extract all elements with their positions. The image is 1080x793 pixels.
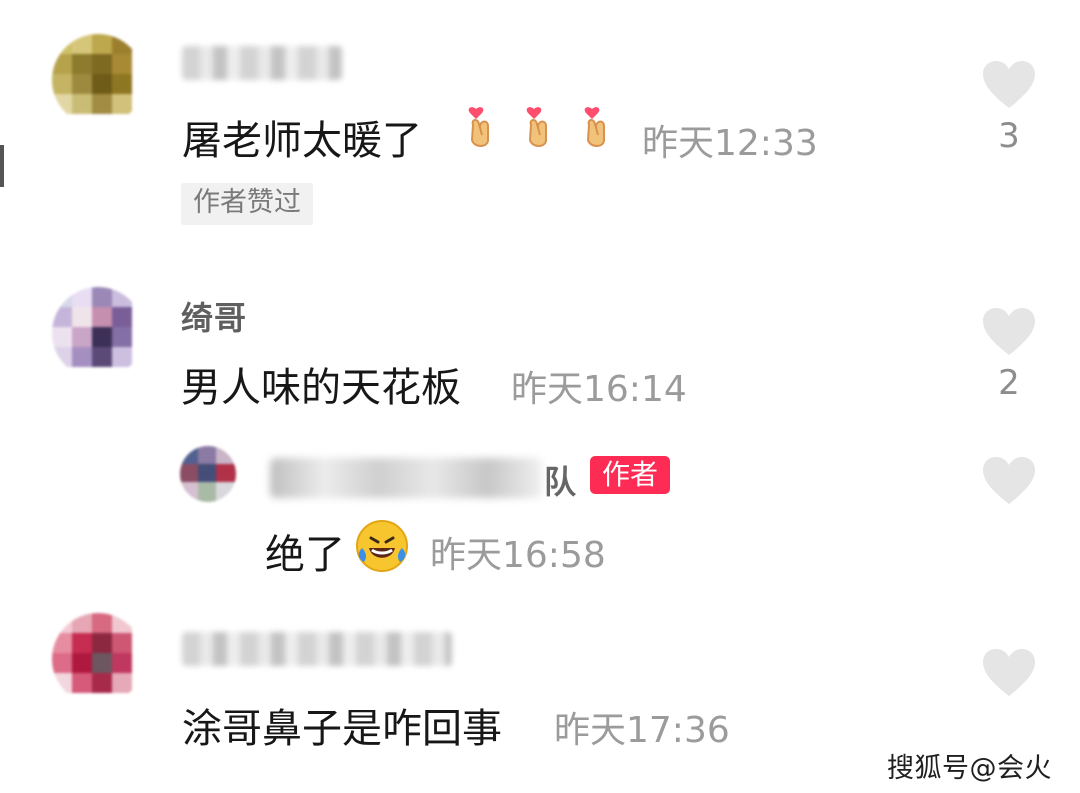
comment-text: 绝了 <box>265 532 345 578</box>
comment-text: 男人味的天花板 <box>181 365 461 411</box>
heart-icon[interactable] <box>980 455 1038 507</box>
author-badge: 作者 <box>590 456 671 494</box>
laughing-emoji <box>356 520 408 572</box>
heart-icon[interactable] <box>980 59 1038 111</box>
finger-heart-emoji <box>526 107 547 147</box>
comment-time: 昨天16:14 <box>511 369 687 410</box>
username-redacted[interactable] <box>182 46 342 80</box>
avatar[interactable] <box>52 613 144 705</box>
like-count: 3 <box>998 116 1020 156</box>
avatar[interactable] <box>52 34 144 126</box>
heart-icon[interactable] <box>980 647 1038 699</box>
author-liked-badge: 作者赞过 <box>181 183 313 225</box>
avatar[interactable] <box>180 446 236 502</box>
comment-time: 昨天16:58 <box>430 535 606 576</box>
username-redacted[interactable] <box>270 458 542 498</box>
username[interactable]: 绮哥 <box>181 293 247 339</box>
finger-heart-emoji <box>468 107 489 147</box>
comment-time: 昨天12:33 <box>642 123 818 164</box>
avatar[interactable] <box>52 287 144 379</box>
comment-text: 涂哥鼻子是咋回事 <box>182 706 502 752</box>
heart-icon[interactable] <box>980 306 1038 358</box>
watermark: 搜狐号@会火 <box>887 753 1052 784</box>
reply-username-tail: 队 <box>544 463 578 501</box>
finger-heart-emoji <box>584 107 605 147</box>
comment-text: 屠老师太暖了 <box>182 118 422 164</box>
left-edge-mark <box>0 145 4 187</box>
like-count: 2 <box>998 363 1020 403</box>
comment-time: 昨天17:36 <box>554 710 730 751</box>
username-redacted[interactable] <box>182 632 452 666</box>
